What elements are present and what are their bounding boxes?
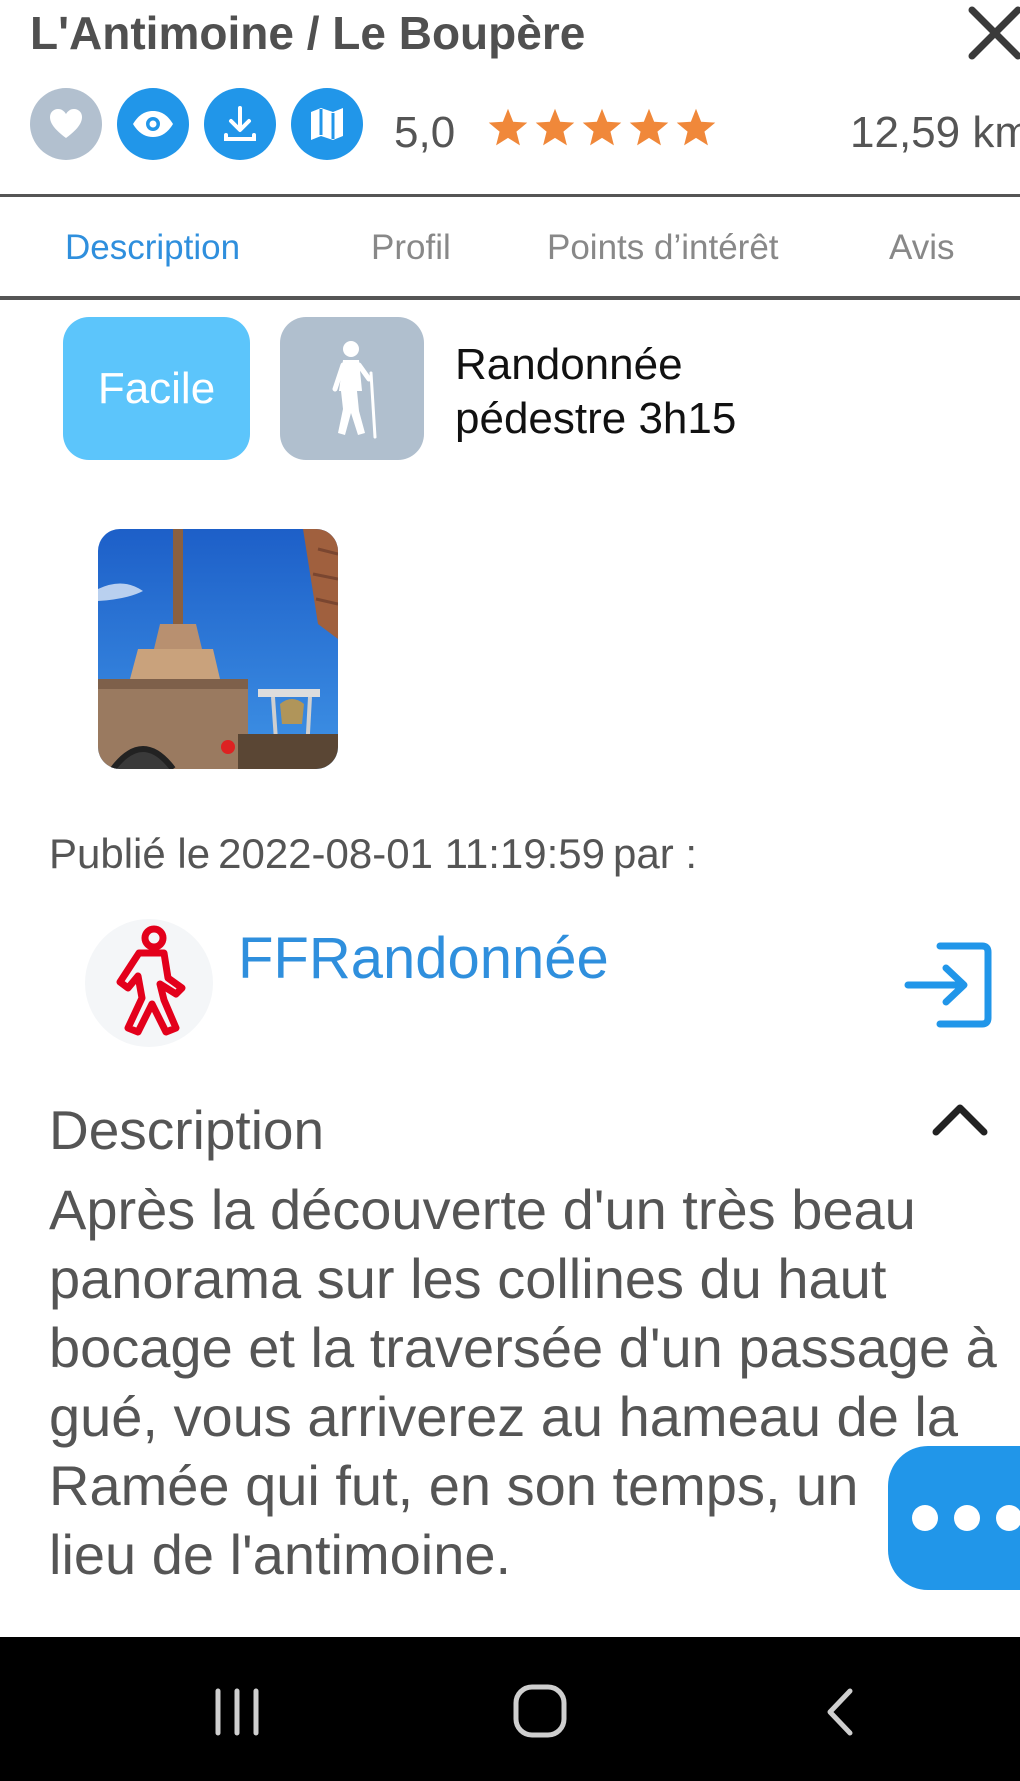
published-prefix: Publié le xyxy=(49,830,211,877)
star-icon xyxy=(582,108,622,146)
tab-points-of-interest[interactable]: Points d’intérêt xyxy=(547,228,779,268)
star-icon xyxy=(488,108,528,146)
map-button[interactable] xyxy=(291,88,363,160)
author-link[interactable]: FFRandonnée xyxy=(238,925,609,992)
tab-profil[interactable]: Profil xyxy=(371,228,451,268)
more-options-button[interactable] xyxy=(888,1446,1020,1590)
tab-avis[interactable]: Avis xyxy=(889,228,955,268)
difficulty-badge: Facile xyxy=(63,317,250,460)
divider xyxy=(0,194,1020,197)
more-dot xyxy=(954,1505,980,1531)
chevron-up-icon[interactable] xyxy=(930,1100,990,1140)
distance-value: 12,59 km xyxy=(850,108,1020,157)
home-icon[interactable] xyxy=(512,1683,568,1739)
trail-photo[interactable] xyxy=(98,529,338,769)
rating-value: 5,0 xyxy=(394,108,456,157)
download-button[interactable] xyxy=(204,88,276,160)
page-title: L'Antimoine / Le Boupère xyxy=(30,7,586,59)
tab-description[interactable]: Description xyxy=(65,228,240,268)
view-button[interactable] xyxy=(117,88,189,160)
heart-icon xyxy=(50,109,82,138)
published-date: 2022-08-01 11:19:59 xyxy=(218,830,605,877)
activity-duration: Randonnée pédestre 3h15 xyxy=(455,340,737,443)
description-text: Après la découverte d'un très beau panor… xyxy=(49,1178,997,1586)
favorite-button[interactable] xyxy=(30,88,102,160)
rating-stars xyxy=(486,106,718,156)
activity-badge xyxy=(280,317,424,460)
more-dot xyxy=(996,1505,1020,1531)
recent-apps-icon[interactable] xyxy=(212,1687,262,1737)
author-logo xyxy=(84,918,214,1048)
open-author-icon[interactable] xyxy=(900,940,994,1030)
star-icon xyxy=(676,108,716,146)
publication-info: Publié le 2022-08-01 11:19:59 par : xyxy=(49,830,705,878)
map-icon xyxy=(311,108,343,140)
close-icon[interactable] xyxy=(966,4,1020,62)
back-icon[interactable] xyxy=(822,1687,858,1737)
system-nav-bar xyxy=(0,1637,1020,1781)
description-heading: Description xyxy=(49,1099,325,1161)
star-icon xyxy=(535,108,575,146)
download-icon xyxy=(224,106,256,141)
star-icon xyxy=(629,108,669,146)
hiker-icon xyxy=(332,340,377,438)
eye-icon xyxy=(133,111,173,137)
published-suffix: par : xyxy=(613,830,698,877)
more-dot xyxy=(912,1505,938,1531)
divider xyxy=(0,296,1020,300)
